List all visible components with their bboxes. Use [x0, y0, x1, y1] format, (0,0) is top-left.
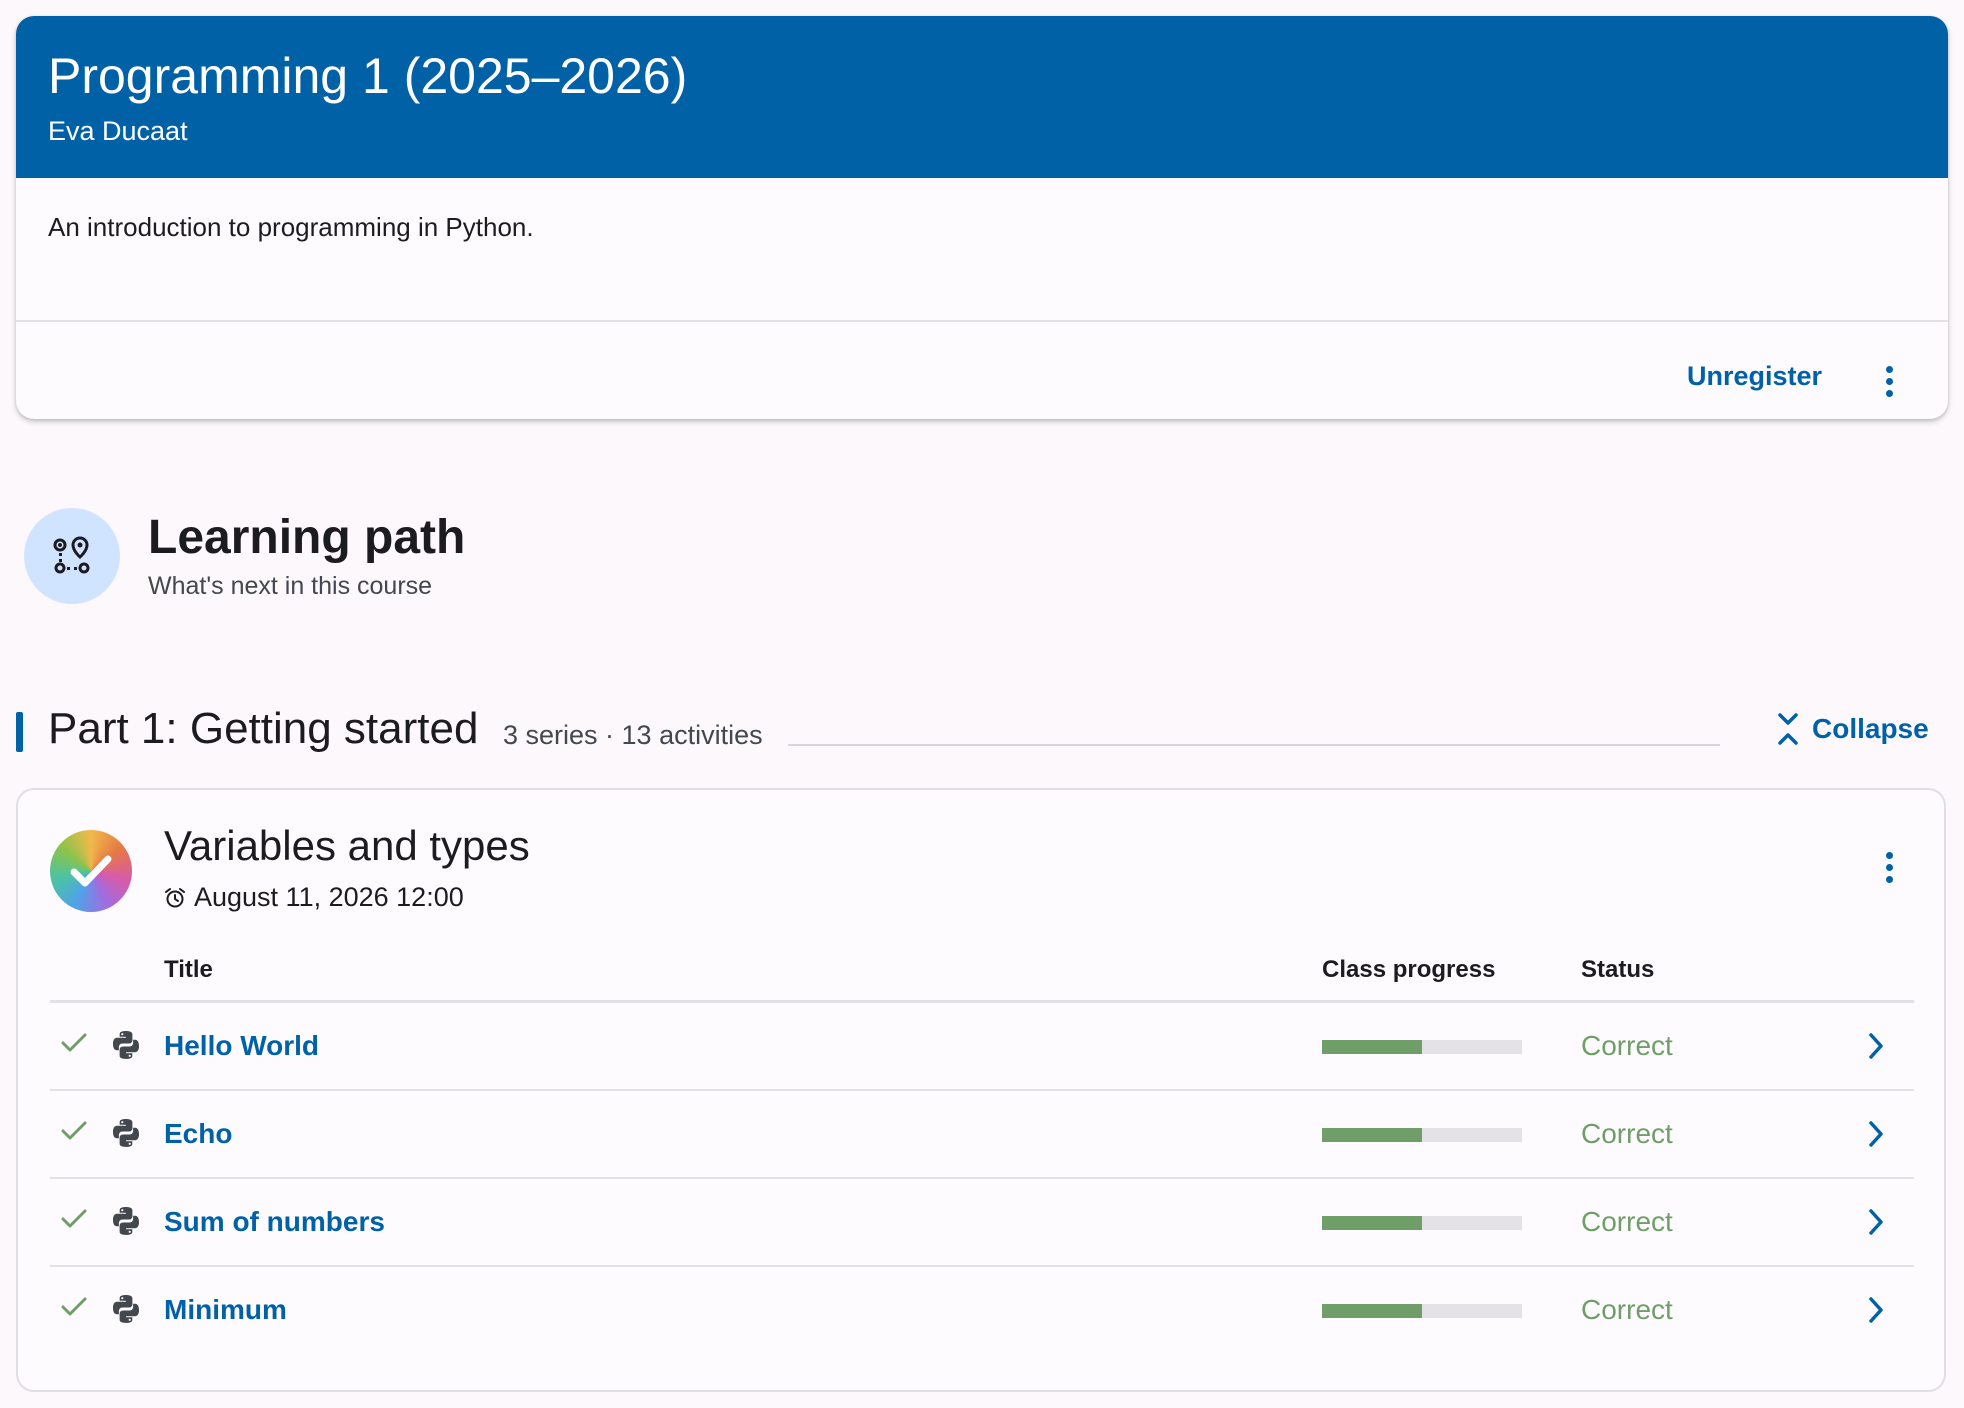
more-vert-icon[interactable]: [1886, 852, 1894, 888]
activity-title[interactable]: Echo: [164, 1118, 232, 1150]
class-progress-fill: [1322, 1128, 1422, 1142]
series-card: Variables and types August 11, 2026 12:0…: [16, 788, 1946, 1392]
series-deadline: August 11, 2026 12:00: [164, 882, 464, 913]
learning-path-subtitle: What's next in this course: [148, 572, 433, 600]
table-row[interactable]: Minimum Correct: [50, 1267, 1914, 1353]
course-card: Programming 1 (2025–2026) Eva Ducaat An …: [16, 16, 1948, 419]
course-title: Programming 1 (2025–2026): [48, 48, 688, 104]
series-deadline-text: August 11, 2026 12:00: [194, 882, 464, 912]
check-icon: [61, 1209, 87, 1228]
activity-title[interactable]: Hello World: [164, 1030, 319, 1062]
class-progress-fill: [1322, 1216, 1422, 1230]
course-teacher: Eva Ducaat: [48, 116, 188, 146]
activity-title[interactable]: Minimum: [164, 1294, 287, 1326]
status-text: Correct: [1581, 1030, 1673, 1061]
class-progress-fill: [1322, 1304, 1422, 1318]
column-status: Status: [1581, 956, 1655, 983]
check-icon: [61, 1033, 87, 1052]
table-row[interactable]: Hello World Correct: [50, 1003, 1914, 1091]
status-text: Correct: [1581, 1294, 1673, 1325]
class-progress-bar: [1322, 1216, 1522, 1230]
activity-title[interactable]: Sum of numbers: [164, 1206, 385, 1238]
python-icon: [113, 1031, 139, 1059]
collapse-button[interactable]: Collapse: [1776, 712, 1929, 746]
unfold-less-icon: [1778, 713, 1798, 745]
chevron-right-icon[interactable]: [1866, 1207, 1886, 1237]
class-progress-fill: [1322, 1040, 1422, 1054]
more-vert-icon[interactable]: [1886, 366, 1894, 402]
activities-table: Hello World Correct Echo Correct Sum of nu…: [50, 1003, 1914, 1353]
python-icon: [113, 1119, 139, 1147]
check-icon: [61, 1297, 87, 1316]
course-description: An introduction to programming in Python…: [16, 178, 1948, 322]
column-title: Title: [164, 956, 213, 983]
learning-path-title: Learning path: [148, 511, 466, 564]
table-row[interactable]: Echo Correct: [50, 1091, 1914, 1179]
class-progress-bar: [1322, 1040, 1522, 1054]
status-text: Correct: [1581, 1118, 1673, 1149]
python-icon: [113, 1207, 139, 1235]
unregister-button[interactable]: Unregister: [1687, 361, 1822, 392]
alarm-icon: [165, 887, 185, 907]
python-icon: [113, 1295, 139, 1323]
chevron-right-icon[interactable]: [1866, 1031, 1886, 1061]
chevron-right-icon[interactable]: [1866, 1295, 1886, 1325]
chevron-right-icon[interactable]: [1866, 1119, 1886, 1149]
check-icon: [61, 1121, 87, 1140]
class-progress-bar: [1322, 1304, 1522, 1318]
activities-table-header: Title Class progress Status: [50, 940, 1914, 1003]
course-actions: Unregister: [16, 322, 1948, 419]
status-text: Correct: [1581, 1206, 1673, 1237]
part-meta: 3 series · 13 activities: [503, 720, 763, 750]
route-icon: [24, 508, 120, 604]
part-accent-bar: [16, 712, 23, 752]
collapse-label: Collapse: [1812, 713, 1929, 744]
column-class-progress: Class progress: [1322, 956, 1496, 983]
check-circle-rainbow-icon: [50, 830, 132, 912]
part-divider: [788, 744, 1720, 746]
part-title: Part 1: Getting started: [48, 704, 479, 753]
table-row[interactable]: Sum of numbers Correct: [50, 1179, 1914, 1267]
class-progress-bar: [1322, 1128, 1522, 1142]
course-header: Programming 1 (2025–2026) Eva Ducaat: [16, 16, 1948, 178]
series-title[interactable]: Variables and types: [164, 822, 530, 870]
